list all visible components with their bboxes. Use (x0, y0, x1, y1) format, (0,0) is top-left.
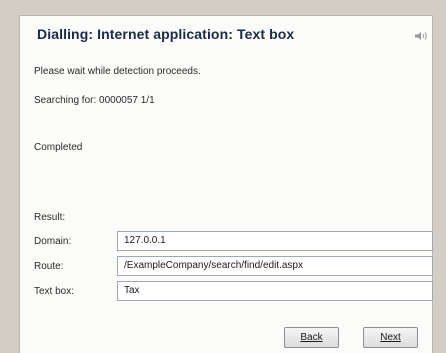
searching-text: Searching for: 0000057 1/1 (34, 95, 155, 106)
back-button-label: Back (300, 332, 323, 343)
route-field[interactable]: /ExampleCompany/search/find/edit.aspx (117, 256, 433, 276)
speaker-icon (414, 28, 428, 40)
dialog-panel: Dialling: Internet application: Text box… (19, 15, 433, 353)
completed-status: Completed (34, 142, 83, 153)
result-heading: Result: (34, 212, 66, 223)
text-box-label: Text box: (34, 286, 75, 297)
back-button[interactable]: Back (284, 327, 339, 348)
domain-label: Domain: (34, 236, 72, 247)
domain-field[interactable]: 127.0.0.1 (117, 231, 433, 251)
text-box-field[interactable]: Tax (117, 281, 433, 301)
screenshot-frame: Dialling: Internet application: Text box… (0, 0, 446, 353)
route-label: Route: (34, 261, 64, 272)
next-button[interactable]: Next (363, 327, 418, 348)
status-message: Please wait while detection proceeds. (34, 66, 201, 77)
next-button-label: Next (380, 332, 401, 343)
dialog-title: Dialling: Internet application: Text box (37, 26, 295, 42)
